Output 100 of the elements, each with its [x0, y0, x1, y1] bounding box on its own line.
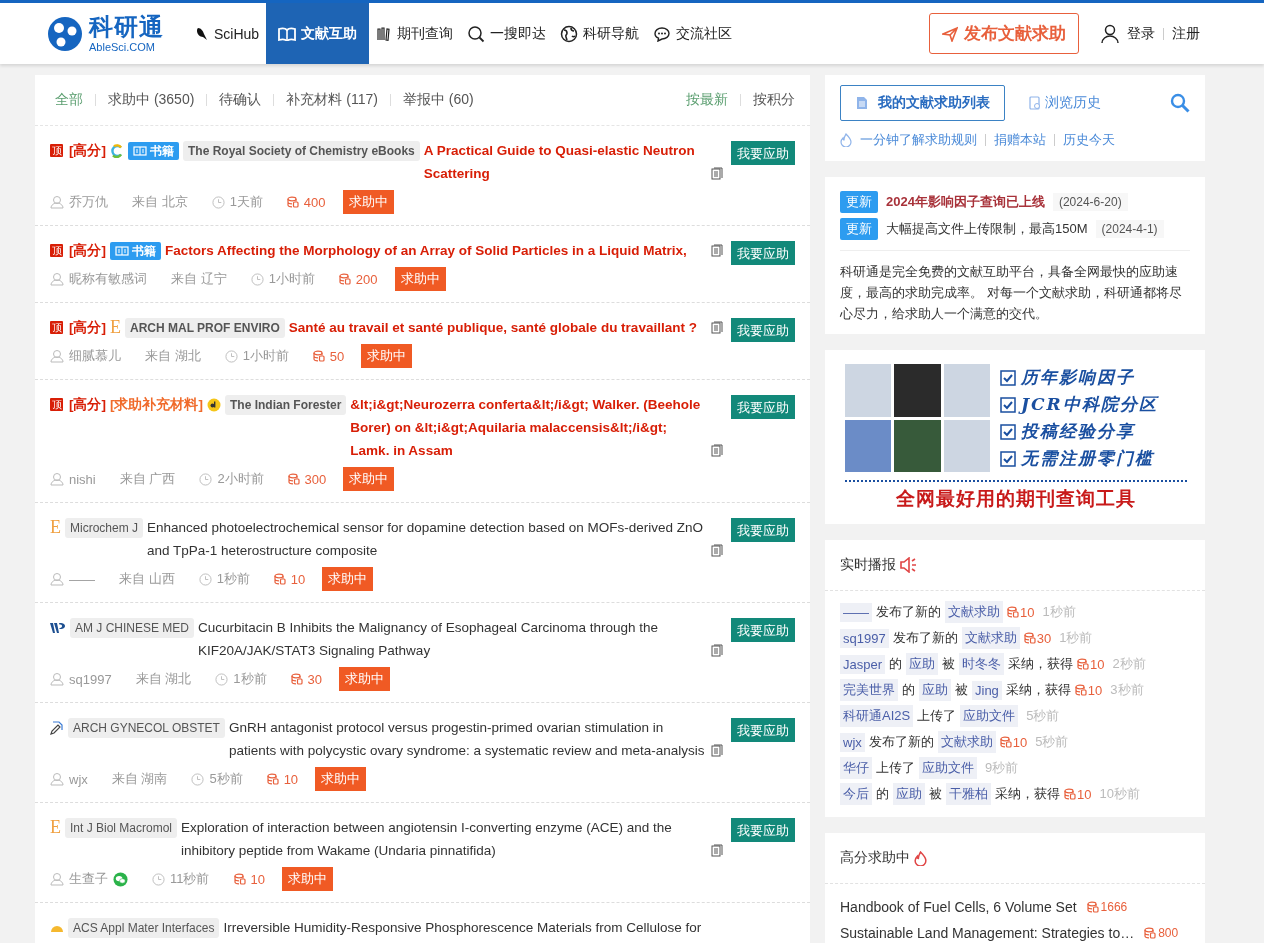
feed-link[interactable]: Jing — [972, 680, 1002, 700]
requester-name[interactable]: nishi — [69, 471, 96, 487]
update-link[interactable]: 大幅提高文件上传限制，最高150M — [886, 220, 1088, 238]
filter-tab[interactable]: 全部 — [55, 91, 83, 109]
clock-icon — [152, 872, 165, 886]
journal-tag[interactable]: Microchem J — [65, 517, 143, 538]
feed-link[interactable]: 应助 — [906, 653, 939, 675]
history-link[interactable]: 浏览历史 — [1029, 94, 1101, 112]
request-title[interactable]: Cucurbitacin B Inhibits the Malignancy of Esophageal Carcinoma through the KIF20A/JAK/STAT3 Signaling Pathway — [198, 616, 707, 662]
requester-name[interactable]: 细腻慕儿 — [69, 347, 121, 365]
offer-help-button[interactable]: 我要应助 — [731, 718, 795, 742]
requester-name[interactable]: wjx — [69, 771, 88, 787]
copy-icon[interactable] — [711, 644, 723, 657]
feed-link[interactable]: 完美世界 — [840, 679, 898, 701]
feed-link[interactable]: 文献求助 — [961, 627, 1020, 649]
update-link[interactable]: 2024年影响因子查询已上线 — [886, 193, 1045, 211]
sort-option[interactable]: 按积分 — [753, 91, 795, 109]
feed-link[interactable]: 应助 — [893, 783, 925, 805]
login-link[interactable]: 登录 — [1127, 24, 1155, 43]
filter-tab[interactable]: 求助中 (3650) — [108, 91, 195, 109]
ring-logo-icon — [110, 143, 124, 158]
feed-link[interactable]: 应助文件 — [960, 705, 1019, 727]
feed-link[interactable]: 干雅柏 — [946, 783, 991, 805]
request-title[interactable]: Irreversible Humidity-Responsive Phosphorescence Materials from Cellulose for — [223, 916, 795, 939]
journal-tag[interactable]: ACS Appl Mater Interfaces — [68, 917, 220, 938]
request-title[interactable]: GnRH antagonist protocol versus progestin-primed ovarian stimulation in patients with polycystic ovary syndrome: a systematic review and meta-analysis — [228, 716, 707, 762]
offer-help-button[interactable]: 我要应助 — [731, 518, 795, 542]
filter-tab[interactable]: 待确认 — [219, 91, 262, 109]
requester-name[interactable]: sq1997 — [69, 671, 112, 687]
time-text: 2小时前 — [217, 470, 264, 488]
publish-request-button[interactable]: 发布文献求助 — [929, 13, 1079, 54]
feed-link[interactable]: 时冬冬 — [959, 653, 1005, 675]
coin-icon — [1086, 901, 1099, 913]
user-icon — [50, 349, 64, 363]
feed-link[interactable]: —— — [840, 602, 872, 622]
feed-text: 采纳，获得 — [995, 785, 1060, 803]
requester-name[interactable]: —— — [69, 571, 95, 587]
requester-name[interactable]: 昵称有敏感词 — [69, 270, 147, 288]
journal-tag[interactable]: The Indian Forester — [225, 394, 347, 415]
journal-tag[interactable]: Int J Biol Macromol — [65, 817, 178, 838]
requester-name[interactable]: 乔万仇 — [69, 193, 108, 211]
clock-icon — [224, 349, 238, 363]
nav-item[interactable]: 一搜即达 — [460, 3, 554, 64]
offer-help-button[interactable]: 我要应助 — [731, 395, 795, 419]
fire-icon — [914, 850, 927, 866]
feed-link[interactable]: Jasper — [840, 654, 886, 674]
high-score-request-link[interactable]: Sustainable Land Management: Strategies to… — [840, 925, 1135, 941]
nav-item[interactable]: 期刊查询 — [369, 3, 461, 64]
sort-option[interactable]: 按最新 — [686, 91, 728, 109]
journal-tag[interactable]: AM J CHINESE MED — [70, 617, 194, 638]
banner-slogan[interactable]: 全网最好用的期刊查询工具 — [896, 487, 1136, 509]
request-title[interactable]: Factors Affecting the Morphology of an Array of Solid Particles in a Liquid Matrix, — [165, 239, 707, 262]
copy-icon[interactable] — [711, 321, 723, 334]
feed-link[interactable]: 应助 — [919, 679, 951, 701]
logo-name[interactable]: 科研通 — [89, 14, 164, 39]
requester-name[interactable]: 生查子 — [69, 870, 108, 888]
request-title[interactable]: A Practical Guide to Quasi-elastic Neutron Scattering — [423, 139, 707, 185]
filter-tab[interactable]: 补充材料 (117) — [286, 91, 378, 109]
copy-icon[interactable] — [711, 544, 723, 557]
feed-link[interactable]: sq1997 — [840, 628, 889, 648]
request-title[interactable]: Santé au travail et santé publique, santé globale du travaillant ? — [288, 316, 707, 339]
copy-icon[interactable] — [711, 244, 723, 257]
sidebar-link[interactable]: 历史今天 — [1063, 131, 1115, 149]
feed-link[interactable]: 今后 — [840, 783, 872, 805]
request-title[interactable]: Exploration of interaction between angiotensin I-converting enzyme (ACE) and the inhibitory peptide from Wakame (Undaria pinnatifida) — [181, 816, 707, 862]
offer-help-button[interactable]: 我要应助 — [731, 241, 795, 265]
offer-help-button[interactable]: 我要应助 — [731, 141, 795, 165]
request-title[interactable]: &lt;i&gt;Neurozerra conferta&lt;/i&gt; Walker. (Beehole Borer) on &lt;i&gt;Aquilaria malaccensis&lt;/i&gt; Lamk. in Assam — [350, 393, 707, 462]
request-title[interactable]: Enhanced photoelectrochemical sensor for dopamine detection based on MOFs-derived ZnO and TpPa-1 heterostructure composite — [147, 516, 707, 562]
nav-item[interactable]: SciHub — [186, 3, 267, 64]
register-link[interactable]: 注册 — [1172, 24, 1200, 43]
user-icon[interactable] — [1101, 23, 1119, 44]
nav-item[interactable]: 科研导航 — [553, 3, 647, 64]
feed-link[interactable]: 科研通AI2S — [840, 705, 914, 727]
copy-icon[interactable] — [711, 167, 723, 180]
journal-tag[interactable]: The Royal Society of Chemistry eBooks — [183, 140, 420, 161]
feed-link[interactable]: 文献求助 — [937, 731, 996, 753]
copy-icon[interactable] — [711, 444, 723, 457]
high-score-request-link[interactable]: Handbook of Fuel Cells, 6 Volume Set — [840, 899, 1077, 915]
filter-tab[interactable]: 举报中 (60) — [402, 91, 474, 109]
copy-icon[interactable] — [711, 744, 723, 757]
nav-item[interactable]: 文献互助 — [266, 3, 370, 64]
points-text: 300 — [304, 471, 327, 487]
offer-help-button[interactable]: 我要应助 — [731, 818, 795, 842]
sidebar-link[interactable]: 捐赠本站 — [994, 131, 1046, 149]
my-requests-button[interactable]: 我的文献求助列表 — [840, 85, 1005, 121]
offer-help-button[interactable]: 我要应助 — [731, 318, 795, 342]
search-icon[interactable] — [1170, 93, 1190, 113]
feed-link[interactable]: 应助文件 — [919, 757, 977, 779]
feed-link[interactable]: 华仔 — [840, 757, 872, 779]
feed-link[interactable]: wjx — [840, 732, 865, 752]
checkbox-icon — [1000, 369, 1016, 386]
journal-tag[interactable]: ARCH MAL PROF ENVIRO — [125, 317, 285, 338]
feed-link[interactable]: 文献求助 — [945, 601, 1003, 623]
offer-help-button[interactable]: 我要应助 — [731, 618, 795, 642]
nav-item[interactable]: 交流社区 — [646, 3, 740, 64]
sidebar-link[interactable]: 一分钟了解求助规则 — [860, 131, 977, 149]
journal-tag[interactable]: ARCH GYNECOL OBSTET — [68, 717, 225, 738]
copy-icon[interactable] — [711, 844, 723, 857]
clock-icon — [198, 572, 212, 586]
